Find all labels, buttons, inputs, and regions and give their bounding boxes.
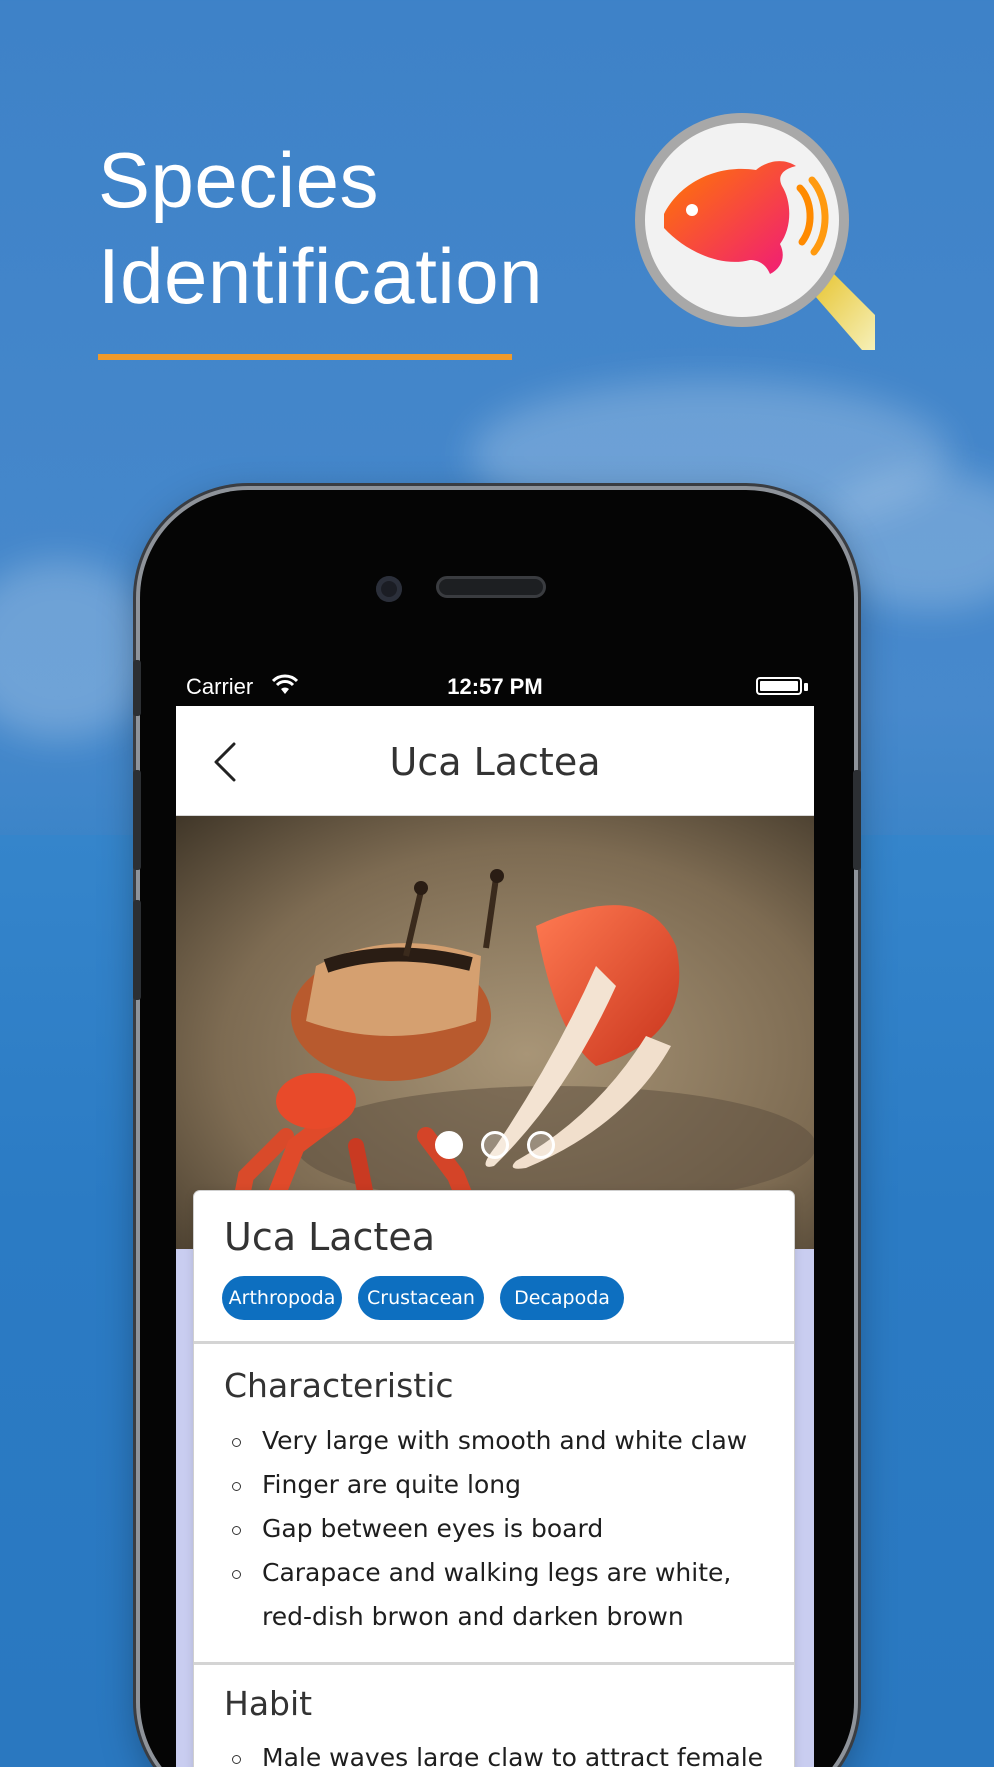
- hero-title-line1: Species: [98, 136, 379, 224]
- tag-arthropoda[interactable]: Arthropoda: [222, 1276, 342, 1320]
- hero-title-line2: Identification: [98, 232, 543, 320]
- mute-switch: [133, 660, 141, 716]
- characteristic-list: Very large with smooth and white claw Fi…: [224, 1419, 784, 1639]
- volume-down-button: [133, 900, 141, 1000]
- list-item: Very large with smooth and white claw: [224, 1419, 784, 1463]
- battery-icon: [756, 677, 802, 695]
- crab-photo[interactable]: [176, 816, 814, 1249]
- gallery-page-dot[interactable]: [527, 1131, 555, 1159]
- list-item: Male waves large claw to attract female: [224, 1736, 784, 1767]
- volume-up-button: [133, 770, 141, 870]
- list-item: Finger are quite long: [224, 1463, 784, 1507]
- list-item: Carapace and walking legs are white, red…: [224, 1551, 784, 1639]
- status-time: 12:57 PM: [447, 674, 543, 699]
- tag-decapoda[interactable]: Decapoda: [500, 1276, 624, 1320]
- battery-tip: [804, 683, 808, 691]
- species-name: Uca Lactea: [224, 1215, 435, 1259]
- tag-crustacean[interactable]: Crustacean: [358, 1276, 484, 1320]
- navigation-bar: Uca Lactea: [176, 706, 814, 816]
- power-button: [853, 770, 861, 870]
- earpiece-speaker: [436, 576, 546, 598]
- species-card: Uca Lactea Arthropoda Crustacean Decapod…: [194, 1191, 794, 1767]
- hero-underline: [98, 354, 512, 360]
- habit-heading: Habit: [224, 1684, 313, 1723]
- page-title: Uca Lactea: [389, 740, 601, 784]
- section-divider: [194, 1341, 794, 1344]
- front-camera: [376, 576, 402, 602]
- status-bar: Carrier 12:57 PM: [176, 666, 814, 706]
- gallery-page-dot[interactable]: [435, 1131, 463, 1159]
- characteristic-heading: Characteristic: [224, 1366, 454, 1405]
- fish-magnifier-icon: [635, 113, 875, 350]
- gallery-page-dot[interactable]: [481, 1131, 509, 1159]
- list-item: Gap between eyes is board: [224, 1507, 784, 1551]
- section-divider: [194, 1662, 794, 1665]
- habit-list: Male waves large claw to attract female: [224, 1736, 784, 1767]
- hero-title: Species Identification: [98, 132, 543, 324]
